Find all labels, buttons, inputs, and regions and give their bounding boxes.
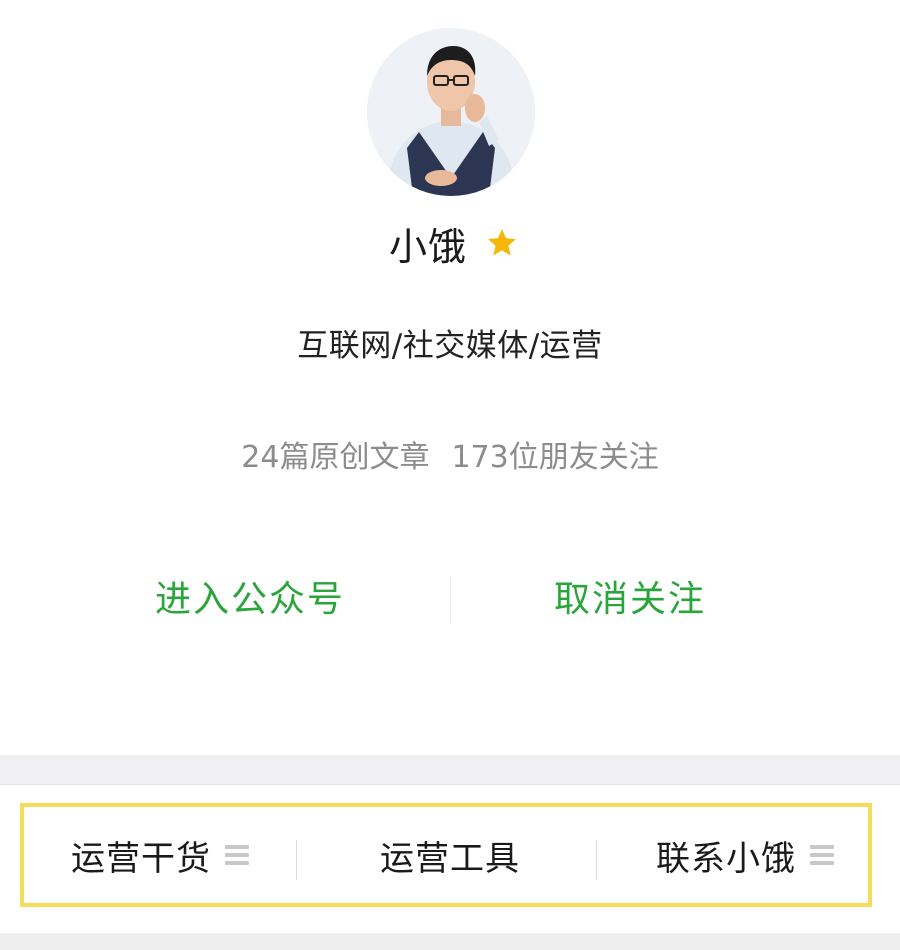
- section-divider: [0, 755, 900, 785]
- name-row: 小饿: [0, 213, 900, 273]
- bottom-band: [0, 933, 900, 950]
- account-name: 小饿: [388, 224, 467, 269]
- menu-item-label: 联系小饿: [656, 838, 796, 879]
- avatar[interactable]: [367, 28, 535, 196]
- menu-item-label: 运营工具: [380, 838, 520, 879]
- menu-item-contact[interactable]: 联系小饿: [620, 803, 870, 907]
- custom-menu-bar: 运营干货 运营工具 联系小饿: [0, 785, 900, 933]
- menu-item-operations-tools[interactable]: 运营工具: [300, 803, 600, 907]
- account-stats: 24篇原创文章 173位朋友关注: [0, 432, 900, 476]
- profile-card: 小饿 互联网/社交媒体/运营 24篇原创文章 173位朋友关注 进入公众号 取消关…: [0, 0, 900, 755]
- article-count: 24篇原创文章: [241, 440, 430, 475]
- official-account-profile-page: 小饿 互联网/社交媒体/运营 24篇原创文章 173位朋友关注 进入公众号 取消关…: [0, 0, 900, 950]
- menu-item-operations-tips[interactable]: 运营干货: [40, 803, 280, 907]
- unfollow-button[interactable]: 取消关注: [480, 568, 780, 632]
- account-category: 互联网/社交媒体/运营: [297, 328, 603, 364]
- submenu-icon: [810, 844, 834, 866]
- menu-item-label: 运营干货: [71, 838, 211, 879]
- menu-separator: [596, 840, 597, 880]
- follower-count: 173位朋友关注: [451, 440, 659, 475]
- action-row: 进入公众号 取消关注: [0, 568, 900, 632]
- action-divider: [450, 576, 451, 624]
- avatar-portrait-image: [367, 28, 535, 196]
- menu-separator: [296, 840, 297, 880]
- enter-account-button[interactable]: 进入公众号: [100, 568, 400, 632]
- star-icon: [485, 226, 519, 260]
- submenu-icon: [225, 844, 249, 866]
